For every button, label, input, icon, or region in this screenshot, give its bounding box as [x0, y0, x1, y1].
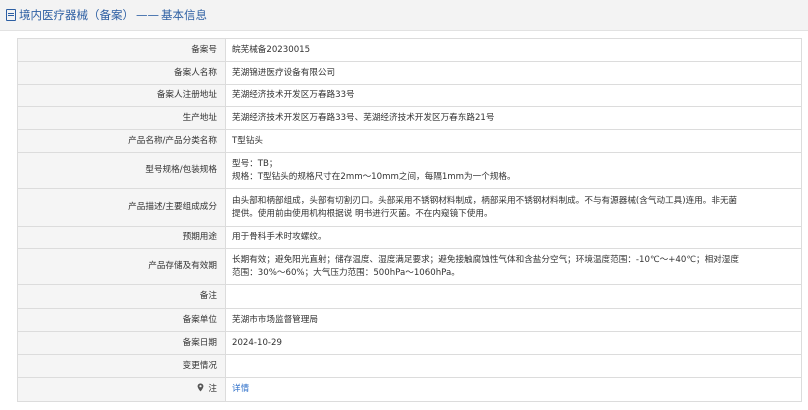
document-icon — [6, 9, 16, 21]
table-row: 注 详情 — [17, 377, 802, 402]
row-label: 备案日期 — [17, 331, 226, 355]
row-value: 芜湖经济技术开发区万春路33号 — [225, 84, 802, 107]
value-line: 范围：30%～60%；大气压力范围：500hPa～1060hPa。 — [232, 267, 460, 278]
row-label-text: 注 — [208, 384, 217, 394]
row-value: 2024-10-29 — [225, 331, 802, 355]
row-label: 备注 — [17, 284, 226, 309]
row-label: 备案人注册地址 — [17, 84, 226, 107]
row-label: 备案号 — [17, 38, 226, 62]
row-value: 详情 — [225, 377, 802, 402]
row-label: 产品存储及有效期 — [17, 248, 226, 285]
value-line: 规格：T型钻头的规格尺寸在2mm～10mm之间，每隔1mm为一个规格。 — [232, 171, 516, 182]
table-row: 型号规格/包装规格 型号：TB； 规格：T型钻头的规格尺寸在2mm～10mm之间… — [17, 152, 802, 189]
row-value — [225, 354, 802, 378]
row-label: 备案人名称 — [17, 61, 226, 85]
row-value — [225, 284, 802, 309]
row-value: 皖芜械备20230015 — [225, 38, 802, 62]
row-label: 备案单位 — [17, 308, 226, 332]
value-line: 长期有效；避免阳光直射；储存温度、湿度满足要求；避免接触腐蚀性气体和含盐分空气；… — [232, 254, 739, 265]
table-row: 备案单位 芜湖市市场监督管理局 — [17, 308, 802, 332]
row-label: 生产地址 — [17, 106, 226, 130]
row-label: 变更情况 — [17, 354, 226, 378]
page-header: 境内医疗器械（备案） —— 基本信息 — [0, 0, 808, 31]
row-value: 用于骨科手术时攻螺纹。 — [225, 226, 802, 249]
row-label: 注 — [17, 377, 226, 402]
row-value: 芜湖市市场监督管理局 — [225, 308, 802, 332]
table-row: 产品存储及有效期 长期有效；避免阳光直射；储存温度、湿度满足要求；避免接触腐蚀性… — [17, 248, 802, 285]
table-row: 产品名称/产品分类名称 T型钻头 — [17, 129, 802, 153]
table-row: 备注 — [17, 284, 802, 309]
value-line: 由头部和柄部组成，头部有切割刃口。头部采用不锈钢材料制成，柄部采用不锈钢材料制成… — [232, 195, 738, 206]
row-label: 产品描述/主要组成成分 — [17, 188, 226, 227]
header-separator: —— — [136, 8, 159, 22]
row-value: 由头部和柄部组成，头部有切割刃口。头部采用不锈钢材料制成，柄部采用不锈钢材料制成… — [225, 188, 802, 227]
row-label: 预期用途 — [17, 226, 226, 249]
table-row: 备案人名称 芜湖锦进医疗设备有限公司 — [17, 61, 802, 85]
row-value: 长期有效；避免阳光直射；储存温度、湿度满足要求；避免接触腐蚀性气体和含盐分空气；… — [225, 248, 802, 285]
row-label: 型号规格/包装规格 — [17, 152, 226, 189]
table-row: 产品描述/主要组成成分 由头部和柄部组成，头部有切割刃口。头部采用不锈钢材料制成… — [17, 188, 802, 227]
value-line: 型号：TB； — [232, 158, 278, 169]
table-row: 生产地址 芜湖经济技术开发区万春路33号、芜湖经济技术开发区万春东路21号 — [17, 106, 802, 130]
info-table: 备案号 皖芜械备20230015 备案人名称 芜湖锦进医疗设备有限公司 备案人注… — [17, 38, 802, 402]
table-row: 变更情况 — [17, 354, 802, 378]
table-row: 备案人注册地址 芜湖经济技术开发区万春路33号 — [17, 84, 802, 107]
value-line: 提供。使用前由使用机构根据说 明书进行灭菌。不在内窥镜下使用。 — [232, 208, 493, 219]
row-value: 型号：TB； 规格：T型钻头的规格尺寸在2mm～10mm之间，每隔1mm为一个规… — [225, 152, 802, 189]
row-value: 芜湖锦进医疗设备有限公司 — [225, 61, 802, 85]
header-prefix: 境内医疗器械（备案） — [19, 8, 134, 22]
table-row: 备案日期 2024-10-29 — [17, 331, 802, 355]
map-pin-icon — [197, 383, 207, 394]
details-link[interactable]: 详情 — [232, 384, 249, 394]
row-value: T型钻头 — [225, 129, 802, 153]
table-row: 预期用途 用于骨科手术时攻螺纹。 — [17, 226, 802, 249]
table-row: 备案号 皖芜械备20230015 — [17, 38, 802, 62]
header-title: 基本信息 — [161, 8, 207, 22]
row-value: 芜湖经济技术开发区万春路33号、芜湖经济技术开发区万春东路21号 — [225, 106, 802, 130]
row-label: 产品名称/产品分类名称 — [17, 129, 226, 153]
